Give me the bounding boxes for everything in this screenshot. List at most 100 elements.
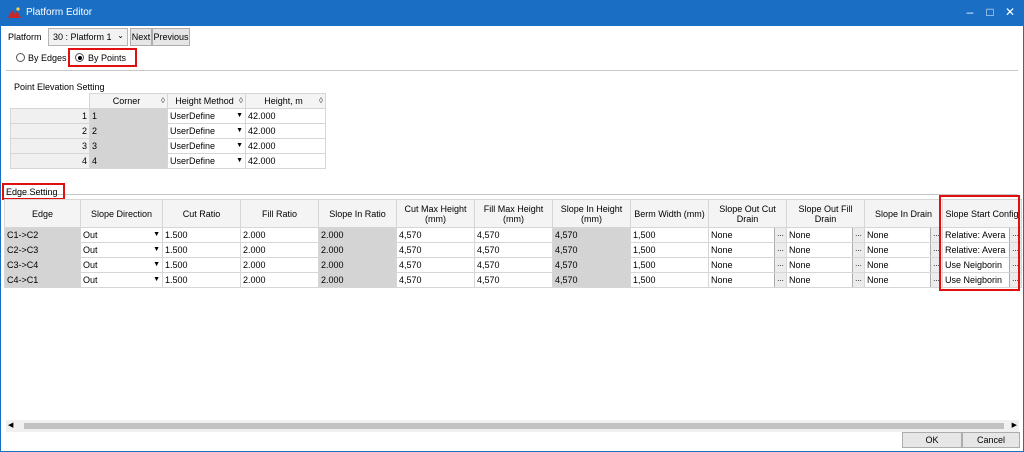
dropdown-arrow-icon: ▼: [236, 112, 243, 119]
next-button[interactable]: Next: [130, 28, 152, 46]
berm-width-input[interactable]: 1,500: [630, 257, 709, 273]
height-input[interactable]: 42.000: [245, 138, 326, 154]
table-row: C3->C4 Out ▼ 1.500 2.000 2.000 4,570 4,57…: [4, 257, 1022, 273]
slope-direction-select[interactable]: Out ▼: [80, 272, 163, 288]
row-index: 4: [10, 153, 90, 169]
by-points-radio[interactable]: [75, 53, 84, 62]
slope-in-drain-field[interactable]: None...: [864, 227, 943, 243]
slope-direction-select[interactable]: Out ▼: [80, 242, 163, 258]
height-input[interactable]: 42.000: [245, 123, 326, 139]
column-header[interactable]: Fill Ratio: [240, 199, 319, 228]
berm-width-input[interactable]: 1,500: [630, 227, 709, 243]
table-row: 3 3 UserDefine ▼ 42.000: [10, 138, 326, 154]
slope-out-cut-drain-field[interactable]: None...: [708, 242, 787, 258]
browse-button[interactable]: ...: [852, 228, 864, 242]
height-input[interactable]: 42.000: [245, 153, 326, 169]
cut-max-height-input[interactable]: 4,570: [396, 257, 475, 273]
fill-max-height-input[interactable]: 4,570: [474, 272, 553, 288]
fill-max-height-input[interactable]: 4,570: [474, 227, 553, 243]
maximize-button[interactable]: □: [980, 3, 1000, 21]
column-header[interactable]: Cut Ratio: [162, 199, 241, 228]
scroll-left-icon[interactable]: ◀: [8, 420, 13, 432]
browse-button[interactable]: ...: [852, 258, 864, 272]
berm-width-input[interactable]: 1,500: [630, 272, 709, 288]
cancel-button[interactable]: Cancel: [962, 432, 1020, 448]
browse-button[interactable]: ...: [774, 243, 786, 257]
minimize-button[interactable]: ‒: [960, 3, 980, 21]
fill-max-height-input[interactable]: 4,570: [474, 257, 553, 273]
slope-in-height-cell: 4,570: [552, 242, 631, 258]
separator: [6, 194, 1018, 195]
slope-in-drain-field[interactable]: None...: [864, 257, 943, 273]
ok-button[interactable]: OK: [902, 432, 962, 448]
cut-max-height-input[interactable]: 4,570: [396, 227, 475, 243]
berm-width-input[interactable]: 1,500: [630, 242, 709, 258]
column-header[interactable]: Slope In Height (mm): [552, 199, 631, 228]
cut-ratio-input[interactable]: 1.500: [162, 272, 241, 288]
height-method-select[interactable]: UserDefine ▼: [167, 153, 246, 169]
slope-out-cut-drain-field[interactable]: None...: [708, 272, 787, 288]
column-header[interactable]: Height, m ◊: [245, 93, 326, 109]
close-button[interactable]: ✕: [1000, 3, 1020, 21]
slope-in-ratio-cell: 2.000: [318, 227, 397, 243]
slope-start-config-highlight: [939, 195, 1020, 291]
slope-out-cut-drain-field[interactable]: None...: [708, 227, 787, 243]
column-header[interactable]: Berm Width (mm): [630, 199, 709, 228]
browse-button[interactable]: ...: [774, 273, 786, 287]
by-points-label[interactable]: By Points: [88, 53, 126, 63]
fill-ratio-input[interactable]: 2.000: [240, 242, 319, 258]
by-edges-label[interactable]: By Edges: [28, 53, 67, 63]
slope-direction-select[interactable]: Out ▼: [80, 227, 163, 243]
column-header[interactable]: Corner ◊: [89, 93, 168, 109]
fill-ratio-input[interactable]: 2.000: [240, 227, 319, 243]
slope-out-fill-drain-field[interactable]: None...: [786, 257, 865, 273]
column-header[interactable]: Slope In Drain: [864, 199, 943, 228]
column-header[interactable]: Edge: [4, 199, 81, 228]
cut-ratio-input[interactable]: 1.500: [162, 227, 241, 243]
slope-out-fill-drain-field[interactable]: None...: [786, 272, 865, 288]
scroll-right-icon[interactable]: ▶: [1012, 420, 1017, 432]
platform-select-value: 30 : Platform 1: [53, 32, 112, 42]
table-header-row: Corner ◊ Height Method ◊ Height, m ◊: [10, 93, 326, 109]
column-header[interactable]: Fill Max Height (mm): [474, 199, 553, 228]
browse-button[interactable]: ...: [774, 228, 786, 242]
column-header[interactable]: Slope Out Cut Drain: [708, 199, 787, 228]
height-method-select[interactable]: UserDefine ▼: [167, 138, 246, 154]
column-header[interactable]: Slope Direction: [80, 199, 163, 228]
by-edges-radio[interactable]: [16, 53, 25, 62]
slope-out-fill-drain-field[interactable]: None...: [786, 242, 865, 258]
browse-button[interactable]: ...: [852, 273, 864, 287]
slope-direction-select[interactable]: Out ▼: [80, 257, 163, 273]
column-header[interactable]: Slope In Ratio: [318, 199, 397, 228]
slope-out-fill-drain-field[interactable]: None...: [786, 227, 865, 243]
edge-cell: C2->C3: [4, 242, 81, 258]
scrollbar-thumb[interactable]: [24, 423, 1004, 429]
horizontal-scrollbar[interactable]: ◀ ▶: [6, 420, 1019, 432]
slope-in-drain-field[interactable]: None...: [864, 242, 943, 258]
table-row: C2->C3 Out ▼ 1.500 2.000 2.000 4,570 4,57…: [4, 242, 1022, 258]
fill-ratio-input[interactable]: 2.000: [240, 272, 319, 288]
point-elevation-table: Corner ◊ Height Method ◊ Height, m ◊ 1 1 Us…: [10, 93, 326, 169]
cut-max-height-input[interactable]: 4,570: [396, 272, 475, 288]
slope-out-cut-drain-field[interactable]: None...: [708, 257, 787, 273]
slope-in-height-cell: 4,570: [552, 227, 631, 243]
browse-button[interactable]: ...: [774, 258, 786, 272]
height-method-select[interactable]: UserDefine ▼: [167, 108, 246, 124]
platform-select[interactable]: 30 : Platform 1 ⌄: [48, 28, 128, 46]
column-header[interactable]: Height Method ◊: [167, 93, 246, 109]
height-method-select[interactable]: UserDefine ▼: [167, 123, 246, 139]
dropdown-arrow-icon: ▼: [153, 231, 160, 238]
cut-max-height-input[interactable]: 4,570: [396, 242, 475, 258]
fill-max-height-input[interactable]: 4,570: [474, 242, 553, 258]
slope-in-drain-field[interactable]: None...: [864, 272, 943, 288]
column-header[interactable]: Cut Max Height (mm): [396, 199, 475, 228]
point-elevation-title: Point Elevation Setting: [14, 82, 105, 92]
previous-button[interactable]: Previous: [152, 28, 190, 46]
browse-button[interactable]: ...: [852, 243, 864, 257]
cut-ratio-input[interactable]: 1.500: [162, 242, 241, 258]
edge-cell: C1->C2: [4, 227, 81, 243]
column-header[interactable]: Slope Out Fill Drain: [786, 199, 865, 228]
fill-ratio-input[interactable]: 2.000: [240, 257, 319, 273]
height-input[interactable]: 42.000: [245, 108, 326, 124]
cut-ratio-input[interactable]: 1.500: [162, 257, 241, 273]
